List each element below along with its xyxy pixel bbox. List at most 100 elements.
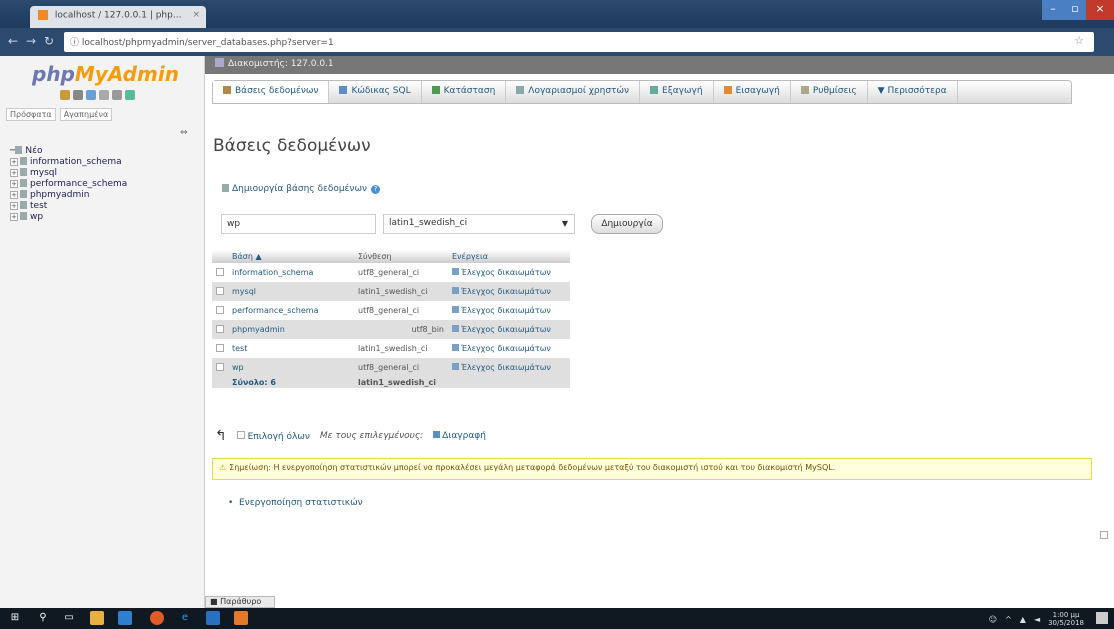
row-checkbox[interactable] <box>216 343 224 352</box>
select-all-checkbox[interactable] <box>236 430 245 439</box>
expand-icon[interactable]: + <box>10 180 18 188</box>
chrome-icon[interactable] <box>150 611 164 625</box>
database-icon <box>20 179 27 187</box>
expand-icon[interactable]: + <box>10 202 18 210</box>
check-privileges-link[interactable]: Έλεγχος δικαιωμάτων <box>448 339 570 358</box>
tab-status[interactable]: Κατάσταση <box>422 81 507 103</box>
action-label: Έλεγχος δικαιωμάτων <box>461 344 551 353</box>
console-toggle[interactable]: ■ Παράθυρο <box>205 596 275 608</box>
check-privileges-link[interactable]: Έλεγχος δικαιωμάτων <box>448 263 570 282</box>
logout-icon[interactable] <box>73 90 83 100</box>
sql-docs-icon[interactable] <box>99 90 109 100</box>
tab-sql[interactable]: Κώδικας SQL <box>329 81 422 103</box>
tree-item-information-schema[interactable]: + information_schema <box>10 157 127 168</box>
link-collapse-icon[interactable]: ⇔ <box>180 128 188 138</box>
tree-item-mysql[interactable]: + mysql <box>10 168 127 179</box>
database-name-input[interactable] <box>221 214 376 234</box>
database-name[interactable]: performance_schema <box>228 301 354 320</box>
help-icon[interactable]: ? <box>371 185 381 194</box>
settings-icon[interactable] <box>112 90 122 100</box>
database-icon <box>20 190 27 198</box>
browser-tab[interactable]: localhost / 127.0.0.1 | php... × <box>30 6 206 28</box>
tree-item-performance-schema[interactable]: + performance_schema <box>10 179 127 190</box>
database-name[interactable]: mysql <box>228 282 354 301</box>
tree-item-wp[interactable]: + wp <box>10 212 127 223</box>
maximize-button[interactable]: ▫ <box>1064 0 1086 20</box>
tree-item-test[interactable]: + test <box>10 201 127 212</box>
task-view-icon[interactable]: ▭ <box>62 611 76 625</box>
expand-icon[interactable]: + <box>10 191 18 199</box>
clock[interactable]: 1:00 μμ 30/5/2018 <box>1048 611 1084 627</box>
docs-icon[interactable] <box>86 90 96 100</box>
tree-item-new[interactable]: ─ Νέο <box>10 146 127 157</box>
tab-settings[interactable]: Ρυθμίσεις <box>791 81 868 103</box>
check-privileges-link[interactable]: Έλεγχος δικαιωμάτων <box>448 282 570 301</box>
check-privileges-link[interactable]: Έλεγχος δικαιωμάτων <box>448 320 570 339</box>
address-bar[interactable]: ⓘ localhost/phpmyadmin/server_databases.… <box>64 32 1094 52</box>
nav-tabs: Πρόσφατα Αγαπημένα <box>6 108 113 121</box>
row-checkbox[interactable] <box>216 362 224 371</box>
home-icon[interactable] <box>60 90 70 100</box>
browser-titlebar: localhost / 127.0.0.1 | php... × – ▫ × <box>0 0 1114 28</box>
database-icon <box>20 201 27 209</box>
tab-favorites[interactable]: Αγαπημένα <box>59 108 113 121</box>
page-title: Βάσεις δεδομένων <box>213 136 371 156</box>
start-icon[interactable]: ⊞ <box>8 611 22 625</box>
menu-label: Κώδικας SQL <box>351 86 411 96</box>
chevron-up-icon[interactable]: ^ <box>1005 615 1012 624</box>
reload-nav-icon[interactable] <box>125 90 135 100</box>
page-settings-icon[interactable] <box>1100 531 1108 539</box>
volume-icon[interactable]: ◄ <box>1034 615 1040 624</box>
database-name[interactable]: phpmyadmin <box>228 320 354 339</box>
database-name[interactable]: wp <box>228 358 354 377</box>
row-checkbox[interactable] <box>216 286 224 295</box>
search-icon[interactable]: ⚲ <box>36 611 50 625</box>
tab-user-accounts[interactable]: Λογαριασμοί χρηστών <box>506 81 641 103</box>
collation-select[interactable]: latin1_swedish_ci ▼ <box>383 214 575 234</box>
create-database-link[interactable]: Δημιουργία βάσης δεδομένων? <box>222 184 381 194</box>
row-checkbox[interactable] <box>216 267 224 276</box>
phpmyadmin-logo[interactable]: phpMyAdmin <box>32 62 179 86</box>
expand-icon[interactable]: + <box>10 158 18 166</box>
breadcrumb-server[interactable]: Διακομιστής: 127.0.0.1 <box>228 59 334 69</box>
minimize-button[interactable]: – <box>1042 0 1064 20</box>
check-privileges-link[interactable]: Έλεγχος δικαιωμάτων <box>448 301 570 320</box>
tab-more[interactable]: ▼ Περισσότερα <box>868 81 958 103</box>
tab-databases[interactable]: Βάσεις δεδομένων <box>213 81 330 103</box>
enable-statistics-link[interactable]: • Ενεργοποίηση στατιστικών <box>228 498 363 508</box>
database-name[interactable]: test <box>228 339 354 358</box>
header-collation[interactable]: Σύνθεση <box>354 250 448 263</box>
close-window-button[interactable]: × <box>1086 0 1114 20</box>
edge-icon[interactable]: e <box>178 611 192 625</box>
network-icon[interactable]: ▲ <box>1020 615 1026 624</box>
back-icon[interactable]: ← <box>8 34 18 48</box>
expand-icon[interactable]: + <box>10 213 18 221</box>
xampp-icon[interactable] <box>234 611 248 625</box>
file-explorer-icon[interactable] <box>90 611 104 625</box>
database-name[interactable]: information_schema <box>228 263 354 282</box>
drop-button[interactable]: Διαγραφή <box>433 431 486 441</box>
tab-recent[interactable]: Πρόσφατα <box>6 108 56 121</box>
reload-icon[interactable]: ↻ <box>44 34 54 48</box>
tab-export[interactable]: Εξαγωγή <box>640 81 714 103</box>
expand-icon[interactable]: + <box>10 169 18 177</box>
forward-icon[interactable]: → <box>26 34 36 48</box>
tree-item-phpmyadmin[interactable]: + phpmyadmin <box>10 190 127 201</box>
select-all-control[interactable]: Επιλογή όλων <box>236 430 310 442</box>
close-tab-icon[interactable]: × <box>192 10 200 20</box>
people-icon[interactable]: ☺ <box>989 615 997 624</box>
menu-label: Λογαριασμοί χρηστών <box>528 86 630 96</box>
store-icon[interactable] <box>118 611 132 625</box>
notification-icon[interactable] <box>1096 612 1108 624</box>
bookmark-star-icon[interactable]: ☆ <box>1074 34 1084 47</box>
header-label: Ενέργεια <box>452 252 488 261</box>
row-checkbox[interactable] <box>216 305 224 314</box>
browser-toolbar: ← → ↻ ⓘ localhost/phpmyadmin/server_data… <box>0 28 1114 56</box>
create-button[interactable]: Δημιουργία <box>591 214 663 234</box>
header-database[interactable]: Βάση ▲ <box>228 250 354 263</box>
tree-label: phpmyadmin <box>30 190 90 200</box>
word-icon[interactable] <box>206 611 220 625</box>
tab-import[interactable]: Εισαγωγή <box>714 81 791 103</box>
check-privileges-link[interactable]: Έλεγχος δικαιωμάτων <box>448 358 570 377</box>
row-checkbox[interactable] <box>216 324 224 333</box>
